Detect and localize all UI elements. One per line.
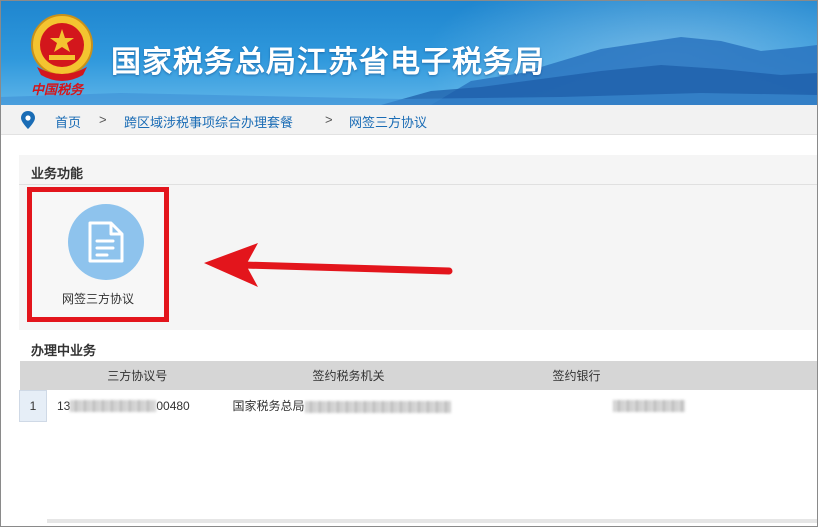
- table-header-spacer: [684, 361, 817, 390]
- table-header-row: 三方协议号 签约税务机关 签约银行: [19, 361, 817, 390]
- table-header-bank: 签约银行: [468, 361, 685, 390]
- row-tax-authority: 国家税务总局: [229, 390, 469, 421]
- breadcrumb-separator: >: [325, 112, 333, 127]
- business-functions-title: 业务功能: [31, 166, 84, 181]
- agreement-no-suffix: 00480: [156, 398, 190, 413]
- table-header-tax-authority: 签约税务机关: [228, 361, 469, 390]
- redacted-block: [304, 400, 451, 413]
- table-header-index: [19, 361, 47, 390]
- sign-agreement-tile[interactable]: 网签三方协议: [27, 187, 169, 322]
- table-row[interactable]: 1 13 00480 国家税务总局: [19, 389, 818, 422]
- redacted-block: [612, 400, 685, 413]
- site-title: 国家税务总局江苏省电子税务局: [111, 45, 545, 80]
- annotation-arrow-icon: [204, 243, 453, 287]
- row-agreement-no: 13 00480: [47, 390, 229, 421]
- row-spacer: [685, 390, 818, 421]
- main-content: 业务功能 网签三方协议 办理中业务 三方协议号 签约税务机关 签约银行 1 13…: [1, 135, 818, 526]
- browser-page: 中国税务 国家税务总局江苏省电子税务局 首页 > 跨区域涉税事项综合办理套餐 >…: [0, 0, 818, 527]
- pending-business-panel: 办理中业务 三方协议号 签约税务机关 签约银行 1 13 00480 国家税务总…: [19, 333, 818, 422]
- horizontal-scrollbar[interactable]: [47, 519, 817, 523]
- agreement-no-prefix: 13: [57, 398, 71, 413]
- table-header-agreement-no: 三方协议号: [46, 361, 229, 390]
- pending-business-title: 办理中业务: [31, 343, 97, 358]
- breadcrumb-package-link[interactable]: 跨区域涉税事项综合办理套餐: [124, 112, 293, 131]
- section-divider: [19, 184, 817, 185]
- breadcrumb-home-link[interactable]: 首页: [55, 112, 81, 131]
- row-bank: [469, 390, 685, 421]
- sign-agreement-tile-label: 网签三方协议: [61, 292, 134, 306]
- tax-authority-prefix: 国家税务总局: [232, 399, 305, 413]
- redacted-block: [70, 400, 157, 413]
- emblem-caption: 中国税务: [31, 83, 84, 98]
- site-header: 中国税务 国家税务总局江苏省电子税务局: [1, 1, 817, 105]
- business-functions-panel: 业务功能 网签三方协议: [19, 155, 817, 330]
- row-index: 1: [19, 389, 47, 422]
- pending-business-table: 三方协议号 签约税务机关 签约银行 1 13 00480 国家税务总局: [19, 361, 818, 422]
- breadcrumb: 首页 > 跨区域涉税事项综合办理套餐 > 网签三方协议: [1, 105, 817, 135]
- location-pin-icon: [21, 111, 35, 129]
- breadcrumb-separator: >: [99, 112, 107, 127]
- breadcrumb-current: 网签三方协议: [349, 115, 428, 130]
- document-icon: [88, 221, 124, 263]
- tile-icon-circle: [68, 204, 144, 280]
